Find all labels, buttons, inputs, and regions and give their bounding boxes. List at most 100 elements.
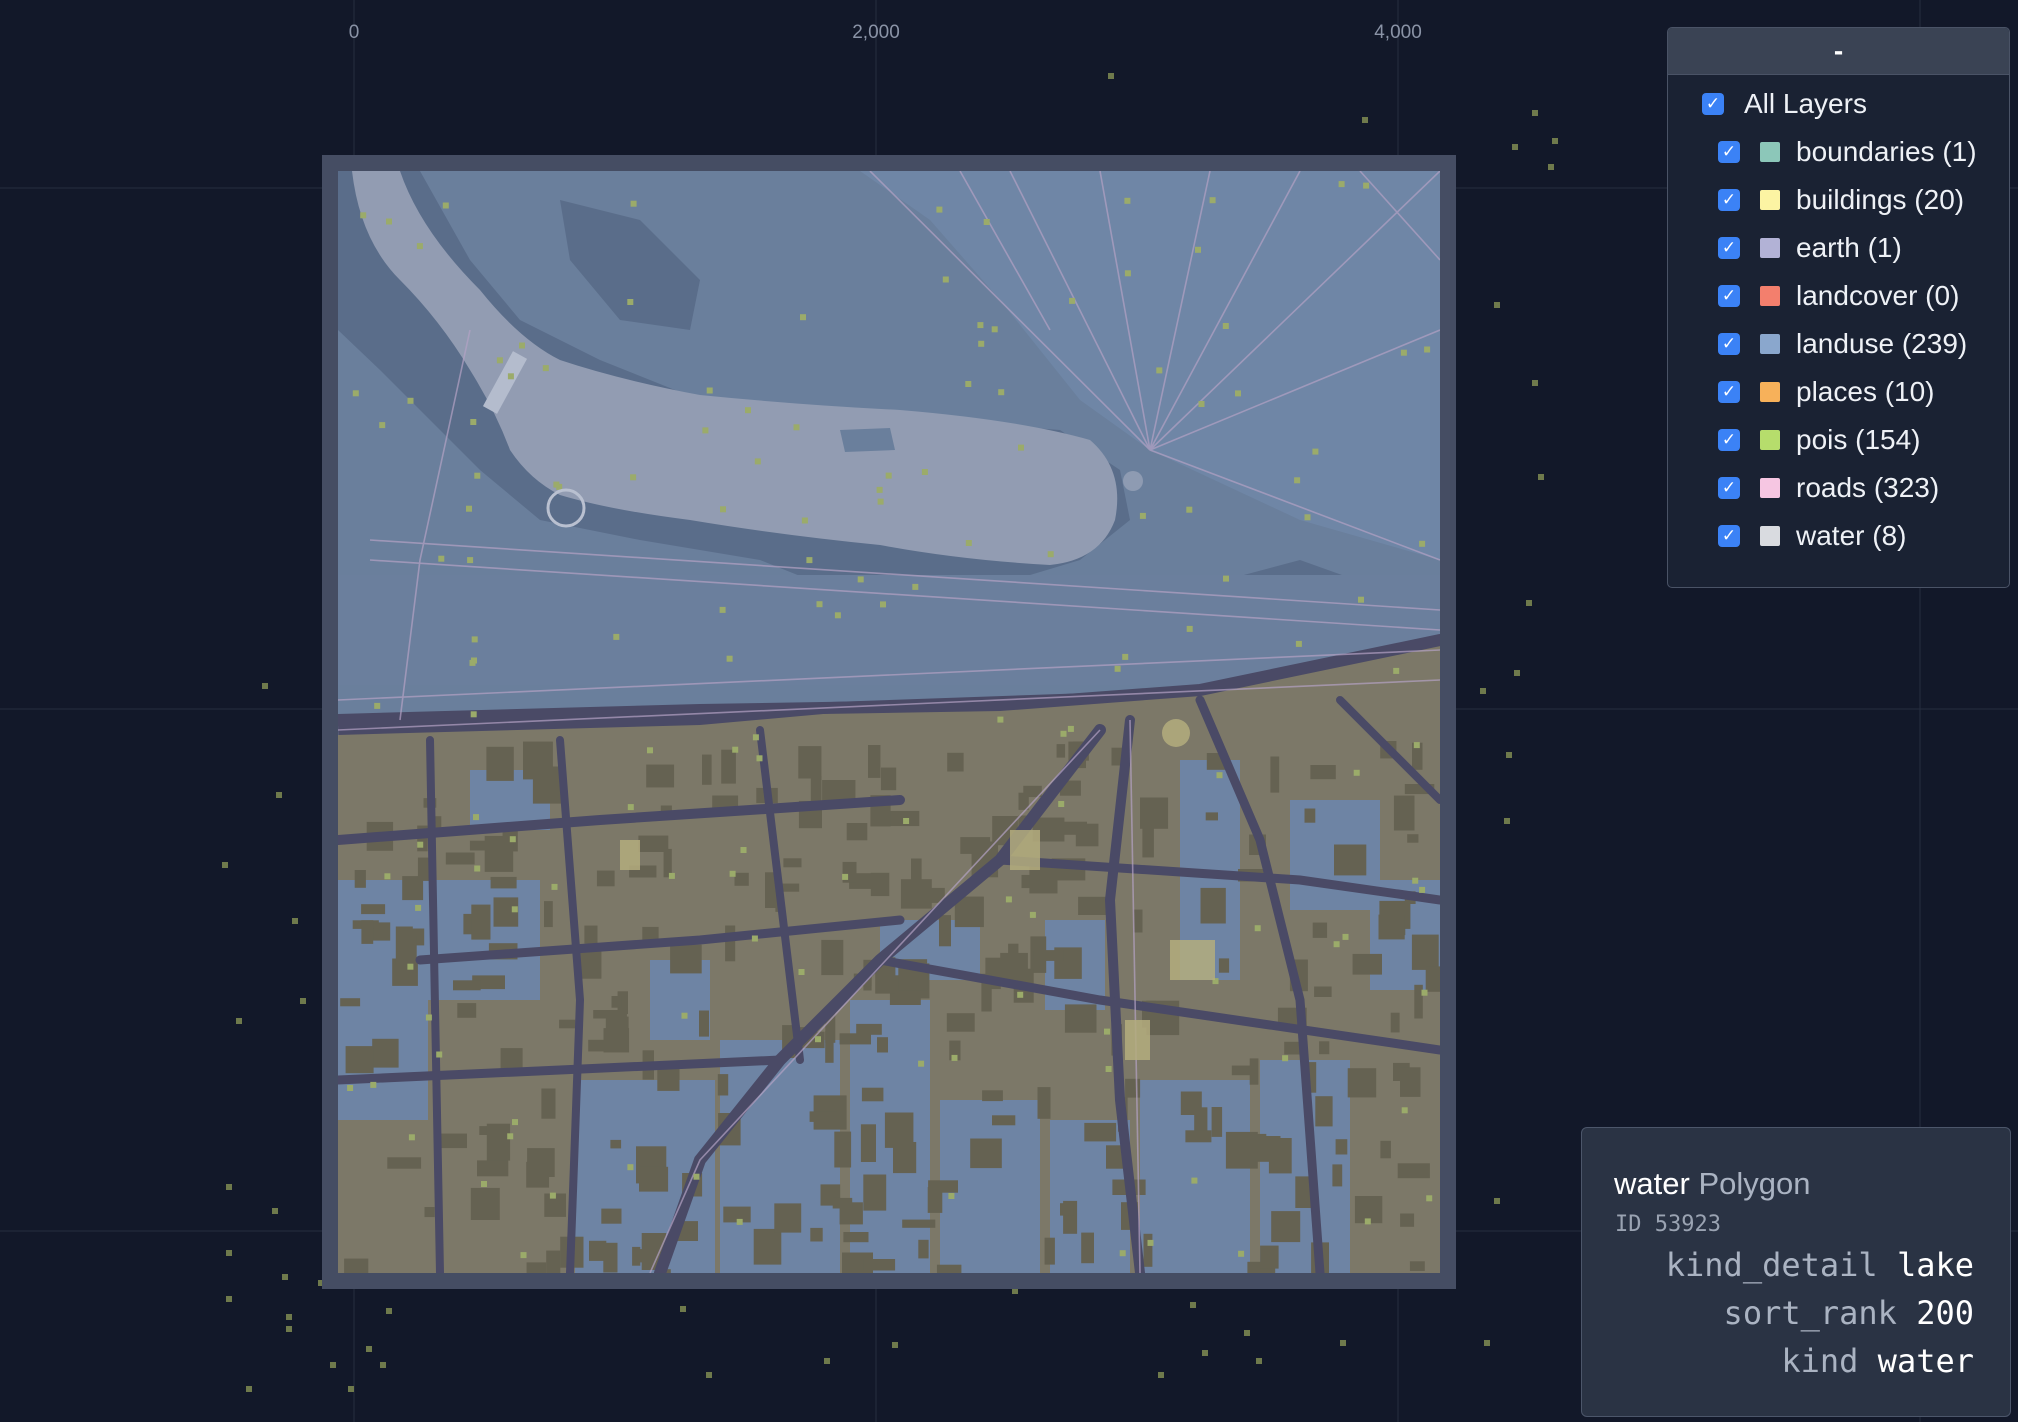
building[interactable] — [544, 901, 553, 928]
poi-marker[interactable] — [407, 397, 414, 404]
building[interactable] — [832, 1197, 853, 1209]
poi-marker[interactable] — [1018, 444, 1024, 451]
building[interactable] — [1332, 1164, 1343, 1187]
building[interactable] — [1397, 1163, 1430, 1179]
poi-marker[interactable] — [1122, 653, 1129, 660]
building[interactable] — [810, 1227, 823, 1242]
building[interactable] — [486, 1123, 511, 1161]
building[interactable] — [345, 1046, 374, 1074]
building[interactable] — [646, 764, 675, 788]
building[interactable] — [699, 1010, 709, 1037]
poi-marker[interactable] — [951, 1054, 958, 1061]
poi-marker[interactable] — [474, 865, 481, 872]
building[interactable] — [340, 998, 361, 1007]
building[interactable] — [344, 1258, 369, 1274]
poi-marker[interactable] — [507, 1133, 514, 1140]
poi-marker[interactable] — [416, 243, 423, 250]
poi-marker[interactable] — [1342, 933, 1349, 940]
building[interactable] — [1218, 958, 1230, 973]
poi-marker[interactable] — [977, 322, 984, 329]
poi-marker[interactable] — [507, 373, 514, 380]
layer-toggle-water[interactable]: ✓ water (8) — [1718, 516, 1906, 556]
building[interactable] — [603, 1028, 630, 1053]
poi-marker[interactable] — [470, 711, 477, 718]
building[interactable] — [1180, 1091, 1202, 1116]
checkbox-icon[interactable]: ✓ — [1718, 141, 1740, 163]
poi-marker[interactable] — [857, 576, 864, 583]
poi-marker[interactable] — [1060, 730, 1067, 737]
building[interactable] — [1249, 1058, 1259, 1085]
building[interactable] — [1008, 943, 1019, 956]
building[interactable] — [1314, 986, 1332, 998]
poi-marker[interactable] — [370, 1081, 377, 1088]
poi-marker[interactable] — [374, 702, 381, 709]
building[interactable] — [439, 1133, 467, 1149]
poi-marker[interactable] — [1124, 197, 1131, 204]
poi-marker[interactable] — [1222, 323, 1229, 329]
building[interactable] — [361, 920, 374, 944]
building[interactable] — [1044, 1237, 1055, 1265]
building[interactable] — [774, 1203, 802, 1233]
poi-marker[interactable] — [1069, 297, 1076, 304]
checkbox-icon[interactable]: ✓ — [1718, 237, 1740, 259]
poi-marker[interactable] — [978, 340, 985, 347]
poi-marker[interactable] — [519, 342, 525, 349]
checkbox-icon[interactable]: ✓ — [1718, 429, 1740, 451]
building[interactable] — [825, 1031, 834, 1063]
poi-marker[interactable] — [880, 601, 886, 608]
building[interactable] — [670, 944, 702, 974]
poi-marker[interactable] — [1393, 667, 1400, 674]
poi-marker[interactable] — [627, 1164, 634, 1171]
building[interactable] — [1407, 834, 1419, 843]
poi-marker[interactable] — [1147, 1239, 1154, 1246]
building[interactable] — [1254, 1136, 1281, 1162]
poi-marker[interactable] — [1353, 769, 1360, 776]
building[interactable] — [1271, 1211, 1301, 1243]
building[interactable] — [1390, 1012, 1400, 1033]
poi-marker[interactable] — [719, 606, 726, 613]
building[interactable] — [1319, 1041, 1330, 1055]
poi-marker[interactable] — [740, 847, 747, 853]
building[interactable] — [471, 904, 491, 940]
checkbox-icon[interactable]: ✓ — [1718, 189, 1740, 211]
poi-marker[interactable] — [1421, 989, 1428, 996]
building[interactable] — [1078, 896, 1107, 915]
building[interactable] — [992, 1115, 1016, 1126]
poi-marker[interactable] — [693, 1173, 700, 1180]
building[interactable] — [918, 1239, 929, 1259]
poi-marker[interactable] — [702, 427, 709, 434]
building[interactable] — [1060, 1203, 1074, 1216]
building[interactable] — [457, 1003, 477, 1018]
building[interactable] — [1310, 765, 1336, 780]
building[interactable] — [527, 1148, 555, 1177]
building[interactable] — [453, 980, 481, 991]
poi-marker[interactable] — [998, 389, 1005, 396]
building[interactable] — [1378, 914, 1405, 940]
poi-marker[interactable] — [470, 419, 477, 425]
poi-marker[interactable] — [1238, 1250, 1245, 1257]
checkbox-icon[interactable]: ✓ — [1718, 381, 1740, 403]
building[interactable] — [1393, 795, 1415, 831]
building[interactable] — [1205, 812, 1218, 821]
checkbox-icon[interactable]: ✓ — [1702, 93, 1724, 115]
poi-marker[interactable] — [1254, 925, 1261, 932]
poi-marker[interactable] — [1282, 1055, 1289, 1062]
poi-marker[interactable] — [627, 299, 634, 305]
building[interactable] — [783, 858, 802, 868]
building[interactable] — [610, 1139, 622, 1149]
building[interactable] — [642, 926, 659, 940]
poi-marker[interactable] — [551, 883, 558, 890]
poi-marker[interactable] — [1124, 270, 1131, 277]
building[interactable] — [490, 876, 517, 889]
poi-marker[interactable] — [1358, 596, 1364, 603]
building[interactable] — [638, 835, 669, 852]
layer-toggle-pois[interactable]: ✓ pois (154) — [1718, 420, 1921, 460]
poi-marker[interactable] — [1191, 1177, 1198, 1184]
building[interactable] — [1225, 1131, 1258, 1169]
building[interactable] — [947, 752, 964, 772]
building[interactable] — [1140, 797, 1169, 829]
poi-marker[interactable] — [965, 381, 972, 387]
building[interactable] — [1335, 1139, 1348, 1155]
poi-marker[interactable] — [745, 407, 751, 414]
poi-marker[interactable] — [474, 472, 481, 479]
